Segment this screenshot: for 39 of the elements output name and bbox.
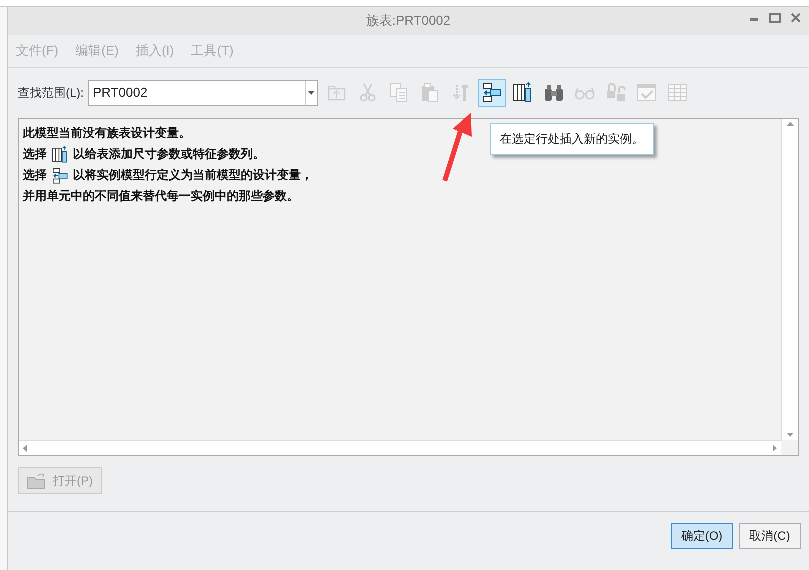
insert-row-icon [51, 166, 69, 184]
paste-icon [419, 82, 441, 104]
horizontal-scrollbar[interactable] [19, 440, 781, 455]
menu-item[interactable]: 编辑(E) [76, 41, 119, 61]
tooltip: 在选定行处插入新的实例。 [490, 123, 654, 155]
folder-icon [27, 472, 47, 490]
message-text: 以将实例模型行定义为当前模型的设计变量， [73, 167, 313, 184]
binoculars-icon [543, 82, 565, 104]
scope-label: 查找范围(L): [18, 85, 84, 102]
vertical-scrollbar[interactable] [781, 119, 798, 440]
dialog-button[interactable]: 确定(O) [671, 523, 733, 549]
window-title: 族表:PRT0002 [366, 12, 451, 30]
menu-item[interactable]: 工具(T) [191, 41, 234, 61]
message-text: 选择 [23, 146, 47, 163]
add-column-icon [51, 146, 69, 164]
scope-dropdown[interactable]: PRT0002 [88, 80, 318, 106]
toolbar-button[interactable] [478, 79, 506, 107]
message-text: 选择 [23, 167, 47, 184]
menu-item[interactable]: 插入(I) [136, 41, 174, 61]
message-text: 以给表添加尺寸参数或特征参数列。 [73, 146, 265, 163]
check-table-icon [636, 82, 658, 104]
table-icon [667, 82, 689, 104]
maximize-icon[interactable] [769, 13, 781, 23]
dialog-button[interactable]: 取消(C) [739, 523, 801, 549]
scroll-left-icon[interactable] [23, 444, 27, 452]
copy-icon [388, 82, 410, 104]
message-text: 此模型当前没有族表设计变量。 [23, 125, 191, 142]
add-column-icon [512, 82, 534, 104]
caret-icon [308, 91, 315, 95]
insert-row-icon [481, 82, 503, 104]
lock-icon [605, 82, 627, 104]
close-icon[interactable] [791, 13, 801, 23]
scroll-up-icon[interactable] [786, 122, 794, 126]
scope-value: PRT0002 [92, 84, 149, 102]
scroll-right-icon[interactable] [773, 444, 777, 452]
menu-item[interactable]: 文件(F) [16, 41, 59, 61]
scroll-down-icon[interactable] [786, 433, 794, 437]
pointer-arrow-drawing [442, 111, 474, 183]
message-text: 并用单元中的不同值来替代每一实例中的那些参数。 [23, 188, 299, 205]
